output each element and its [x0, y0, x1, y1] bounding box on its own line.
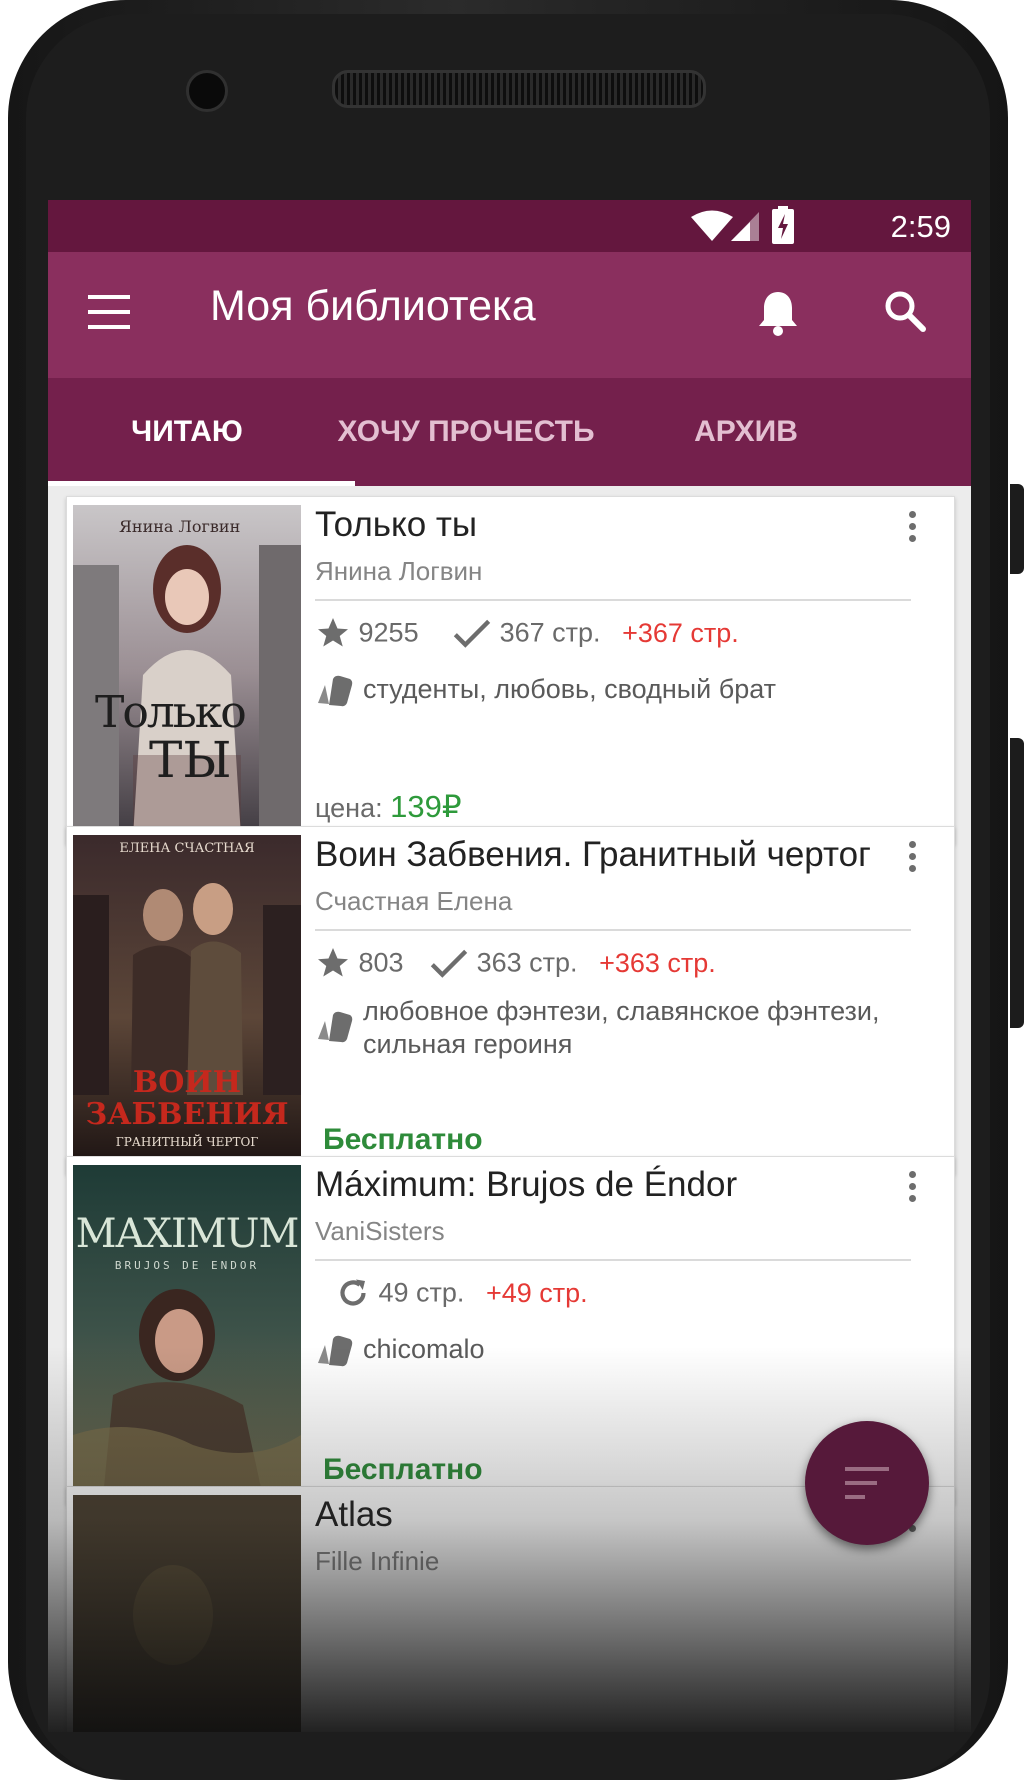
book-title[interactable]: Atlas: [315, 1495, 393, 1535]
tags-icon: [318, 1011, 353, 1043]
pages-count: 49 стр.: [378, 1277, 465, 1308]
price: цена: 139₽: [315, 789, 462, 825]
tags-text: chicomalo: [363, 1334, 485, 1364]
status-bar: 2:59: [48, 200, 971, 252]
screen: 2:59 Моя библиотека ЧИТАЮ ХОЧУ ПРОЧЕСТЬ …: [48, 200, 971, 1732]
star-icon: [318, 618, 348, 647]
cover-subtitle-text: BRUJOS DE ENDOR: [114, 1259, 260, 1272]
power-button: [1010, 738, 1024, 1028]
more-options-icon[interactable]: [909, 841, 917, 877]
tags-text: студенты, любовь, сводный брат: [363, 674, 777, 704]
cellular-signal-icon: [731, 212, 759, 241]
rating-count: 9255: [358, 617, 419, 648]
app-toolbar: Моя библиотека: [48, 252, 971, 378]
tab-reading[interactable]: ЧИТАЮ: [48, 378, 326, 486]
new-pages-count: +367 стр.: [622, 617, 739, 648]
price-label: цена:: [315, 793, 383, 823]
book-stats: 9255 367 стр. +367 стр.: [315, 615, 739, 651]
book-cover[interactable]: ЕЛЕНА СЧАСТНАЯ ВОИН ЗАБВЕНИЯ ГРАНИТНЫЙ Ч…: [73, 835, 301, 1167]
price-value: 139₽: [390, 789, 462, 824]
tab-want-to-read[interactable]: ХОЧУ ПРОЧЕСТЬ: [326, 378, 606, 486]
book-author[interactable]: VaniSisters: [315, 1216, 445, 1247]
pages-count: 363 стр.: [476, 947, 578, 978]
star-icon: [318, 948, 348, 977]
sort-icon-line: [845, 1481, 877, 1485]
cover-title-text: MAXIMUM: [75, 1211, 300, 1257]
more-options-icon[interactable]: [909, 1171, 917, 1207]
cover-title-text-2: ТЫ: [149, 731, 232, 789]
speaker-grille: [332, 70, 706, 108]
cover-image: [73, 1495, 301, 1732]
tags-icon: [318, 1335, 353, 1367]
cover-title-text: ВОИН: [132, 1065, 242, 1100]
refresh-icon: [340, 1279, 366, 1306]
new-pages-count: +49 стр.: [485, 1277, 588, 1308]
book-title[interactable]: Máximum: Brujos de Éndor: [315, 1165, 737, 1205]
cover-subtitle-text: ГРАНИТНЫЙ ЧЕРТОГ: [115, 1135, 259, 1149]
page-title: Моя библиотека: [210, 282, 536, 330]
free-label: Бесплатно: [323, 1453, 483, 1486]
divider: [315, 599, 911, 601]
book-cover[interactable]: [73, 1495, 301, 1732]
cover-author-text: ЕЛЕНА СЧАСТНАЯ: [119, 841, 255, 856]
divider: [315, 929, 911, 931]
front-camera: [186, 70, 228, 112]
pages-count: 367 стр.: [499, 617, 601, 648]
volume-button: [1010, 484, 1024, 574]
tags-text: любовное фэнтези, славянское фэнтези, си…: [363, 996, 880, 1059]
divider: [315, 1259, 911, 1261]
tab-archive[interactable]: АРХИВ: [606, 378, 886, 486]
search-icon[interactable]: [884, 290, 926, 332]
book-title[interactable]: Только ты: [315, 505, 477, 545]
sort-filter-button[interactable]: [805, 1421, 929, 1545]
book-cover[interactable]: MAXIMUM BRUJOS DE ENDOR: [73, 1165, 301, 1497]
book-stats: 49 стр. +49 стр.: [335, 1275, 588, 1311]
bell-icon[interactable]: [758, 290, 798, 336]
battery-charging-icon: [772, 206, 794, 244]
book-card[interactable]: Янина Логвин Только ТЫ Только ты Янина Л…: [66, 496, 955, 844]
free-label: Бесплатно: [323, 1123, 483, 1156]
menu-icon[interactable]: [88, 295, 130, 329]
tags-icon: [318, 675, 353, 707]
check-icon: [430, 949, 468, 978]
book-list: Янина Логвин Только ТЫ Только ты Янина Л…: [48, 486, 971, 1732]
book-card[interactable]: ЕЛЕНА СЧАСТНАЯ ВОИН ЗАБВЕНИЯ ГРАНИТНЫЙ Ч…: [66, 826, 955, 1174]
cover-author-text: Янина Логвин: [119, 517, 241, 536]
cover-title-text-2: ЗАБВЕНИЯ: [85, 1097, 289, 1132]
more-options-icon[interactable]: [909, 511, 917, 547]
status-time: 2:59: [890, 209, 951, 244]
book-author[interactable]: Счастная Елена: [315, 886, 512, 917]
book-stats: 803 363 стр. +363 стр.: [315, 945, 716, 981]
tab-bar: ЧИТАЮ ХОЧУ ПРОЧЕСТЬ АРХИВ: [48, 378, 971, 486]
sort-icon-line: [845, 1467, 889, 1471]
book-cover[interactable]: Янина Логвин Только ТЫ: [73, 505, 301, 837]
check-icon: [453, 619, 491, 648]
book-author[interactable]: Fille Infinie: [315, 1546, 439, 1577]
rating-count: 803: [358, 947, 404, 978]
book-author[interactable]: Янина Логвин: [315, 556, 482, 587]
book-title[interactable]: Воин Забвения. Гранитный чертог: [315, 835, 871, 875]
sort-icon-line: [845, 1495, 865, 1499]
new-pages-count: +363 стр.: [599, 947, 716, 978]
wifi-icon: [691, 210, 733, 241]
